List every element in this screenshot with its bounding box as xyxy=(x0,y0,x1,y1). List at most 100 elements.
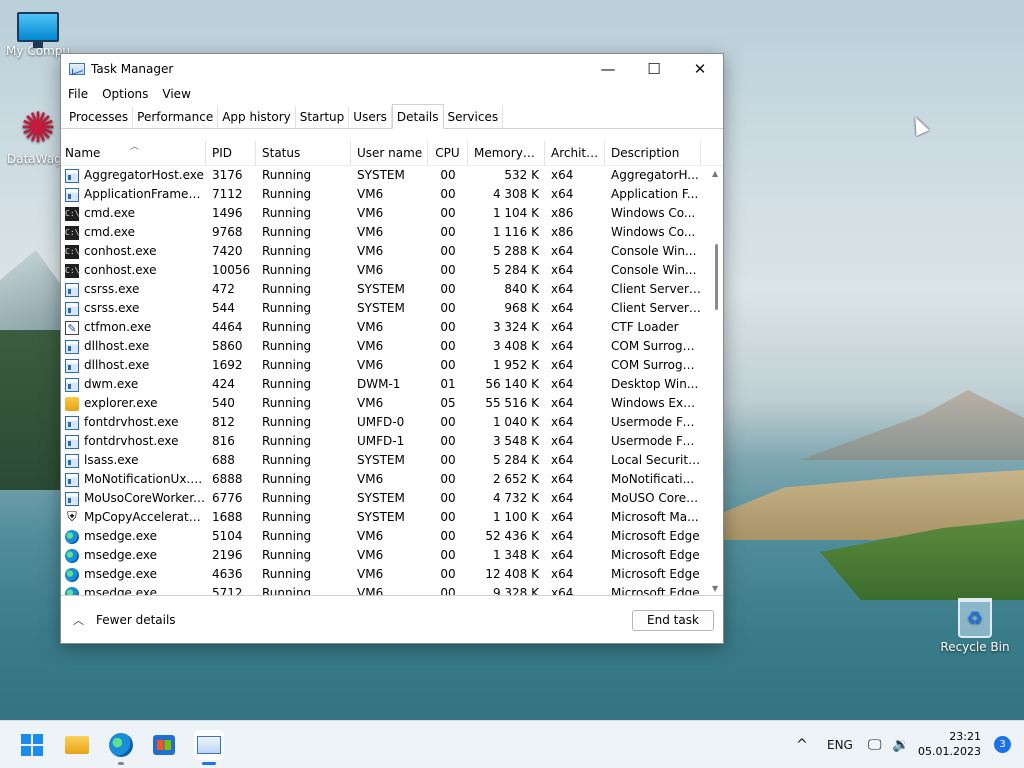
menu-file[interactable]: File xyxy=(68,87,88,101)
language-indicator[interactable]: ENG xyxy=(827,721,853,768)
process-name: csrss.exe xyxy=(61,299,206,318)
process-user: SYSTEM xyxy=(357,491,405,505)
table-row[interactable]: lsass.exe 688 Running SYSTEM 00 5 284 K x64 Loc… xyxy=(61,451,723,470)
column-header-cpu[interactable]: CPU xyxy=(428,141,468,166)
table-row[interactable]: MoNotificationUx.exe 6888 Running VM6 00 2 65… xyxy=(61,470,723,489)
chevron-up-icon[interactable]: ︿ xyxy=(73,612,84,628)
process-architecture: x64 xyxy=(551,472,574,486)
sort-ascending-icon: ︿ xyxy=(130,142,140,152)
volume-icon[interactable]: 🔉 xyxy=(892,721,909,768)
process-status: Running xyxy=(262,168,312,182)
column-header-memory[interactable]: Memory (a... xyxy=(468,141,545,166)
taskbar: ^ ENG 🖵 🔉 23:21 05.01.2023 3 xyxy=(0,720,1024,768)
process-memory: 5 288 K xyxy=(492,244,539,258)
table-row[interactable]: fontdrvhost.exe 812 Running UMFD-0 00 1 040 K… xyxy=(61,413,723,432)
tab-services[interactable]: Services xyxy=(444,106,504,128)
tab-users[interactable]: Users xyxy=(349,106,392,128)
process-cpu: 00 xyxy=(440,415,456,429)
edge-icon xyxy=(65,529,79,544)
start-button[interactable] xyxy=(17,730,47,760)
table-row[interactable]: C:\ cmd.exe 9768 Running VM6 00 1 116 K x86 Wind… xyxy=(61,223,723,242)
clock-date: 05.01.2023 xyxy=(918,745,981,758)
vertical-scrollbar[interactable]: ▲ ▼ xyxy=(711,169,721,593)
table-row[interactable]: explorer.exe 540 Running VM6 05 55 516 K x64 Wi… xyxy=(61,394,723,413)
process-pid: 816 xyxy=(212,434,235,448)
process-user: VM6 xyxy=(357,225,384,239)
end-task-button[interactable]: End task xyxy=(632,610,714,631)
app-icon xyxy=(65,187,79,202)
process-user: SYSTEM xyxy=(357,282,405,296)
process-description: MoNotificati... xyxy=(611,472,695,486)
menu-options[interactable]: Options xyxy=(102,87,148,101)
process-pid: 2196 xyxy=(212,548,243,562)
desktop-icon-my-computer[interactable]: My Compu xyxy=(0,12,76,58)
process-memory: 9 328 K xyxy=(492,586,539,596)
close-button[interactable]: ✕ xyxy=(677,54,723,84)
process-memory: 968 K xyxy=(504,301,539,315)
process-memory: 1 100 K xyxy=(492,510,539,524)
table-row[interactable]: msedge.exe 5104 Running VM6 00 52 436 K x64 Mic… xyxy=(61,527,723,546)
process-user: SYSTEM xyxy=(357,510,405,524)
table-row[interactable]: ⛨ MpCopyAccelerator.... 1688 Running SYSTEM 0… xyxy=(61,508,723,527)
process-pid: 3176 xyxy=(212,168,243,182)
taskbar-store[interactable] xyxy=(149,730,179,760)
table-row[interactable]: dwm.exe 424 Running DWM-1 01 56 140 K x64 Deskt… xyxy=(61,375,723,394)
tray-overflow-chevron[interactable]: ^ xyxy=(796,721,808,768)
maximize-button[interactable]: ☐ xyxy=(631,54,677,84)
scroll-down-icon[interactable]: ▼ xyxy=(712,584,718,593)
minimize-button[interactable]: — xyxy=(585,54,631,84)
scroll-thumb[interactable] xyxy=(715,244,718,310)
process-name: explorer.exe xyxy=(61,394,206,413)
menu-view[interactable]: View xyxy=(162,87,190,101)
table-row[interactable]: C:\ conhost.exe 7420 Running VM6 00 5 288 K x64… xyxy=(61,242,723,261)
column-header-user-name[interactable]: User name xyxy=(351,141,428,166)
fewer-details-link[interactable]: Fewer details xyxy=(96,613,176,627)
process-cpu: 00 xyxy=(440,567,456,581)
table-row[interactable]: csrss.exe 472 Running SYSTEM 00 840 K x64 Clien… xyxy=(61,280,723,299)
tab-performance[interactable]: Performance xyxy=(133,106,219,128)
table-row[interactable]: csrss.exe 544 Running SYSTEM 00 968 K x64 Clien… xyxy=(61,299,723,318)
table-row[interactable]: msedge.exe 5712 Running VM6 00 9 328 K x64 Micr… xyxy=(61,584,723,596)
network-icon[interactable]: 🖵 xyxy=(868,721,882,768)
column-header-pid[interactable]: PID xyxy=(206,141,256,166)
table-row[interactable]: msedge.exe 4636 Running VM6 00 12 408 K x64 Mic… xyxy=(61,565,723,584)
column-header-architecture[interactable]: Archite... xyxy=(545,141,605,166)
table-row[interactable]: msedge.exe 2196 Running VM6 00 1 348 K x64 Micr… xyxy=(61,546,723,565)
column-header-description[interactable]: Description xyxy=(605,141,701,166)
column-header-status[interactable]: Status xyxy=(256,141,351,166)
taskbar-file-explorer[interactable] xyxy=(62,730,92,760)
table-row[interactable]: dllhost.exe 5860 Running VM6 00 3 408 K x64 COM… xyxy=(61,337,723,356)
process-memory: 5 284 K xyxy=(492,263,539,277)
table-row[interactable]: fontdrvhost.exe 816 Running UMFD-1 00 3 548 K… xyxy=(61,432,723,451)
process-architecture: x64 xyxy=(551,187,574,201)
process-cpu: 00 xyxy=(440,548,456,562)
process-user: UMFD-1 xyxy=(357,434,405,448)
table-row[interactable]: MoUsoCoreWorker.e... 6776 Running SYSTEM 00 4… xyxy=(61,489,723,508)
process-name: C:\ cmd.exe xyxy=(61,204,206,223)
scroll-up-icon[interactable]: ▲ xyxy=(712,169,718,178)
taskbar-edge[interactable] xyxy=(106,730,136,765)
table-row[interactable]: ✎ ctfmon.exe 4464 Running VM6 00 3 324 K x64 CTF… xyxy=(61,318,723,337)
process-user: DWM-1 xyxy=(357,377,401,391)
recycle-bin-icon: ♻ xyxy=(958,598,992,638)
process-pid: 472 xyxy=(212,282,235,296)
tab-app-history[interactable]: App history xyxy=(218,106,296,128)
app-icon xyxy=(65,415,79,430)
notification-badge[interactable]: 3 xyxy=(994,736,1011,753)
table-row[interactable]: C:\ conhost.exe 10056 Running VM6 00 5 284 K x6… xyxy=(61,261,723,280)
process-user: SYSTEM xyxy=(357,453,405,467)
tab-details[interactable]: Details xyxy=(391,104,444,129)
title-bar[interactable]: Task Manager — ☐ ✕ xyxy=(61,54,723,84)
process-name: fontdrvhost.exe xyxy=(61,432,206,451)
table-row[interactable]: C:\ cmd.exe 1496 Running VM6 00 1 104 K x86 Wind… xyxy=(61,204,723,223)
tab-processes[interactable]: Processes xyxy=(65,106,134,128)
desktop-icon-recycle-bin[interactable]: ♻ Recycle Bin xyxy=(937,598,1013,654)
tab-startup[interactable]: Startup xyxy=(296,106,350,128)
table-row[interactable]: ApplicationFrameHo... 7112 Running VM6 00 4 3… xyxy=(61,185,723,204)
clock[interactable]: 23:21 05.01.2023 xyxy=(918,729,981,759)
process-pid: 5712 xyxy=(212,586,243,596)
process-cpu: 01 xyxy=(440,377,456,391)
table-row[interactable]: dllhost.exe 1692 Running VM6 00 1 952 K x64 COM… xyxy=(61,356,723,375)
taskbar-task-manager[interactable] xyxy=(194,730,224,765)
table-row[interactable]: AggregatorHost.exe 3176 Running SYSTEM 00 532… xyxy=(61,166,723,185)
